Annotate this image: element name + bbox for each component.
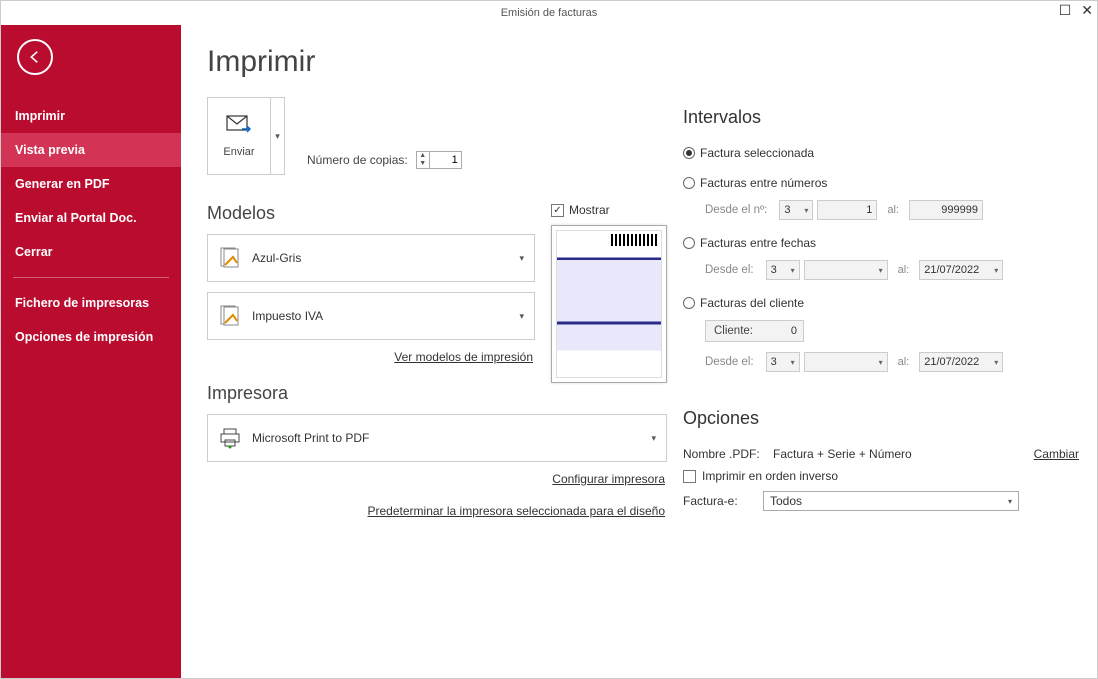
- titlebar: Emisión de facturas ☐ ✕: [1, 1, 1097, 25]
- radio-client-label: Facturas del cliente: [700, 296, 804, 310]
- send-label: Enviar: [223, 146, 254, 158]
- back-button[interactable]: [17, 39, 53, 75]
- pdf-label: Nombre .PDF:: [683, 447, 773, 461]
- model-selector-2[interactable]: Impuesto IVA ▾: [207, 292, 535, 340]
- sidebar-item-imprimir[interactable]: Imprimir: [1, 99, 181, 133]
- radio-selected-label: Factura seleccionada: [700, 146, 814, 160]
- model-selector-1[interactable]: Azul-Gris ▾: [207, 234, 535, 282]
- change-link[interactable]: Cambiar: [1034, 447, 1079, 461]
- send-button[interactable]: Enviar: [207, 97, 271, 175]
- sidebar-item-opciones-impresion[interactable]: Opciones de impresión: [1, 320, 181, 354]
- from-num-label: Desde el nº:: [705, 204, 767, 216]
- from-num-serie[interactable]: 3▾: [779, 200, 813, 220]
- client-to-date[interactable]: 21/07/2022▾: [919, 352, 1003, 372]
- model-preview: [551, 225, 667, 383]
- sidebar-item-cerrar[interactable]: Cerrar: [1, 235, 181, 269]
- radio-between-numbers[interactable]: [683, 177, 695, 189]
- show-label: Mostrar: [569, 203, 610, 217]
- models-title: Modelos: [207, 203, 535, 224]
- radio-client[interactable]: [683, 297, 695, 309]
- from-num-field[interactable]: 1: [817, 200, 877, 220]
- show-checkbox[interactable]: ✓: [551, 204, 564, 217]
- reverse-label: Imprimir en orden inverso: [702, 469, 838, 483]
- pdf-value: Factura + Serie + Número: [773, 447, 1034, 461]
- from-date-serie[interactable]: 3▾: [766, 260, 800, 280]
- to-label-2: al:: [898, 264, 910, 276]
- close-icon[interactable]: ✕: [1081, 3, 1093, 17]
- maximize-icon[interactable]: ☐: [1059, 3, 1072, 17]
- printer-selector[interactable]: Microsoft Print to PDF ▾: [207, 414, 667, 462]
- printer-title: Impresora: [207, 383, 667, 404]
- sidebar-item-fichero-impresoras[interactable]: Fichero de impresoras: [1, 286, 181, 320]
- document-icon: [218, 304, 242, 328]
- client-from-label: Desde el:: [705, 356, 754, 368]
- printer-name: Microsoft Print to PDF: [252, 431, 369, 445]
- chevron-down-icon: ▾: [519, 311, 524, 322]
- from-date-label: Desde el:: [705, 264, 754, 276]
- radio-between-dates[interactable]: [683, 237, 695, 249]
- model1-text: Azul-Gris: [252, 251, 301, 265]
- client-from-serie[interactable]: 3▾: [766, 352, 800, 372]
- copies-input[interactable]: [430, 151, 462, 169]
- chevron-down-icon: ▾: [651, 433, 656, 444]
- chevron-down-icon: ▾: [519, 253, 524, 264]
- client-from-date[interactable]: ▾: [804, 352, 888, 372]
- facte-dropdown[interactable]: Todos▾: [763, 491, 1019, 511]
- page-title: Imprimir: [207, 45, 667, 79]
- copies-spinner[interactable]: ▲▼: [416, 151, 462, 169]
- to-date-field[interactable]: 21/07/2022▾: [919, 260, 1003, 280]
- to-label: al:: [887, 204, 899, 216]
- radio-between-dates-label: Facturas entre fechas: [700, 236, 816, 250]
- model2-text: Impuesto IVA: [252, 309, 323, 323]
- envelope-icon: [226, 115, 252, 138]
- default-printer-link[interactable]: Predeterminar la impresora seleccionada …: [368, 504, 666, 518]
- document-icon: [218, 246, 242, 270]
- client-field[interactable]: Cliente: 0: [705, 320, 804, 342]
- copies-label: Número de copias:: [307, 153, 408, 167]
- sidebar-item-vista-previa[interactable]: Vista previa: [1, 133, 181, 167]
- from-date-field[interactable]: ▾: [804, 260, 888, 280]
- sidebar-separator: [13, 277, 169, 278]
- config-printer-link[interactable]: Configurar impresora: [552, 472, 665, 486]
- options-title: Opciones: [683, 408, 1079, 429]
- sidebar-item-generar-pdf[interactable]: Generar en PDF: [1, 167, 181, 201]
- sidebar-item-enviar-portal[interactable]: Enviar al Portal Doc.: [1, 201, 181, 235]
- window-title: Emisión de facturas: [501, 7, 598, 19]
- radio-between-numbers-label: Facturas entre números: [700, 176, 827, 190]
- printer-icon: [218, 426, 242, 450]
- facte-label: Factura-e:: [683, 494, 755, 508]
- to-num-field[interactable]: 999999: [909, 200, 983, 220]
- models-link[interactable]: Ver modelos de impresión: [394, 350, 533, 364]
- sidebar: Imprimir Vista previa Generar en PDF Env…: [1, 25, 181, 678]
- radio-selected-invoice[interactable]: [683, 147, 695, 159]
- reverse-checkbox[interactable]: [683, 470, 696, 483]
- send-dropdown[interactable]: ▾: [271, 97, 285, 175]
- to-label-3: al:: [898, 356, 910, 368]
- intervals-title: Intervalos: [683, 107, 1079, 128]
